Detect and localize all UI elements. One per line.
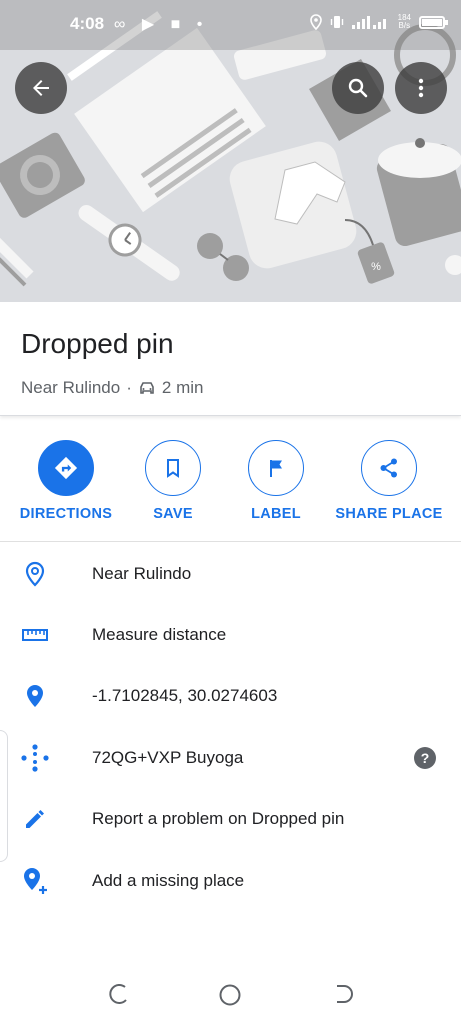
side-panel-handle[interactable] [0, 730, 8, 862]
help-icon[interactable]: ? [414, 747, 436, 769]
system-icons: 184 B/s [309, 14, 448, 30]
vibrate-icon [330, 16, 343, 28]
save-label: SAVE [153, 506, 193, 522]
location-status-icon [309, 14, 322, 30]
share-icon [380, 458, 397, 478]
status-bar: 4:08 ∞ ▶ ■ • 184 B/s [0, 0, 461, 50]
place-photo[interactable]: % 4:08 ∞ ▶ ■ • 184 B/s [0, 0, 461, 302]
more-options-button[interactable] [395, 62, 447, 114]
place-subtitle: Near Rulindo · 2 min [21, 378, 203, 398]
recents-nav-icon[interactable] [105, 982, 131, 1008]
plus-code-icon [20, 743, 50, 773]
measure-distance-text: Measure distance [92, 625, 227, 644]
coordinates-text: -1.7102845, 30.0274603 [92, 686, 278, 705]
bookmark-icon [167, 459, 179, 478]
address-row[interactable]: Near Rulindo [0, 544, 461, 604]
save-button[interactable]: SAVE [113, 440, 233, 522]
back-button[interactable] [15, 62, 67, 114]
notification-icons: ∞ ▶ ■ • [114, 16, 209, 33]
report-problem-text: Report a problem on Dropped pin [92, 809, 345, 828]
signal-icon [351, 16, 386, 29]
add-location-icon [20, 866, 50, 896]
search-icon [348, 78, 368, 98]
add-missing-place-row[interactable]: Add a missing place [0, 851, 461, 911]
car-icon [140, 382, 154, 394]
pin-icon [20, 681, 50, 711]
save-circle[interactable] [145, 440, 201, 496]
add-missing-place-text: Add a missing place [92, 871, 245, 890]
directions-label: DIRECTIONS [19, 506, 113, 522]
label-circle[interactable] [248, 440, 304, 496]
action-bar: DIRECTIONS SAVE LABEL SHARE PLACE [0, 440, 461, 542]
place-location: Near Rulindo [21, 378, 121, 397]
location-outline-icon [20, 559, 50, 589]
share-circle[interactable] [361, 440, 417, 496]
report-problem-row[interactable]: Report a problem on Dropped pin [0, 789, 461, 849]
travel-time: 2 min [161, 378, 204, 397]
search-button[interactable] [332, 62, 384, 114]
edit-pencil-icon [20, 804, 50, 834]
label-button[interactable]: LABEL [216, 440, 336, 522]
address-text: Near Rulindo [92, 564, 192, 583]
back-nav-icon[interactable] [329, 982, 355, 1008]
place-title: Dropped pin [21, 328, 174, 359]
separator-dot: · [126, 378, 132, 397]
home-nav-icon[interactable] [217, 982, 243, 1008]
speed-unit: B/s [398, 21, 411, 30]
label-label: LABEL [251, 506, 301, 522]
flag-icon [270, 460, 282, 477]
place-header: Dropped pin Near Rulindo · 2 min [0, 302, 461, 416]
status-time: 4:08 [70, 14, 105, 33]
directions-button[interactable]: DIRECTIONS [6, 440, 126, 522]
share-place-label: SHARE PLACE [335, 506, 443, 522]
ruler-icon [20, 620, 50, 650]
directions-icon [54, 456, 78, 480]
measure-distance-row[interactable]: Measure distance [0, 605, 461, 665]
network-speed: 184 B/s [398, 14, 411, 30]
share-place-button[interactable]: SHARE PLACE [329, 440, 449, 522]
directions-circle[interactable] [38, 440, 94, 496]
plus-code-text: 72QG+VXP Buyoga [92, 748, 244, 767]
system-nav-bar [0, 966, 461, 1024]
svg-text:%: % [371, 261, 381, 273]
battery-icon [419, 15, 448, 29]
plus-code-row[interactable]: 72QG+VXP Buyoga ? [0, 728, 461, 788]
arrow-back-icon [33, 80, 49, 96]
coordinates-row[interactable]: -1.7102845, 30.0274603 [0, 666, 461, 726]
more-vert-icon [418, 78, 424, 98]
